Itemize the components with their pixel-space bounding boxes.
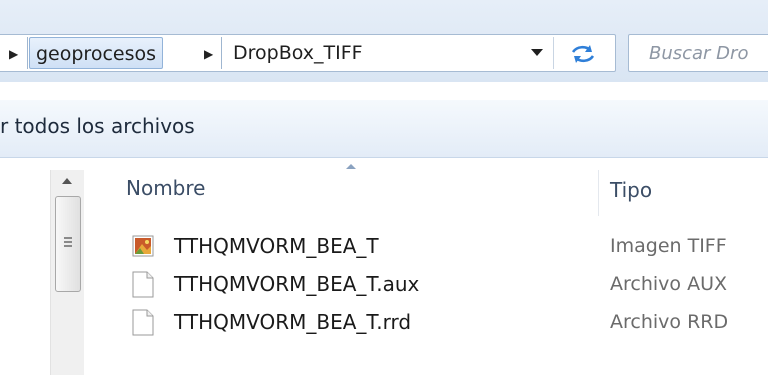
navigation-scrollbar[interactable] — [50, 170, 84, 375]
column-header-name[interactable]: Nombre — [126, 176, 205, 200]
file-type: Imagen TIFF — [610, 235, 727, 257]
grip-icon — [64, 237, 72, 247]
file-name: TTHQMVORM_BEA_T.aux — [174, 272, 420, 296]
file-row[interactable]: TTHQMVORM_BEA_T Imagen TIFF — [86, 229, 768, 265]
column-header-type[interactable]: Tipo — [610, 178, 652, 202]
scroll-up-arrow-icon[interactable] — [62, 178, 72, 184]
navigation-pane — [0, 170, 50, 171]
column-header-row: Nombre Tipo — [86, 160, 768, 216]
breadcrumb-item-geoprocesos[interactable]: geoprocesos — [29, 37, 164, 69]
tiff-image-icon — [132, 235, 154, 257]
breadcrumb-arrow-icon[interactable]: ▶ — [204, 47, 213, 61]
search-input[interactable] — [649, 39, 768, 67]
search-box[interactable] — [628, 34, 768, 72]
document-icon — [132, 309, 154, 336]
file-row[interactable]: TTHQMVORM_BEA_T.aux Archivo AUX — [86, 267, 768, 303]
breadcrumb-divider — [27, 37, 28, 69]
document-icon — [132, 271, 154, 298]
file-name: TTHQMVORM_BEA_T — [174, 234, 379, 258]
sort-ascending-icon — [346, 164, 356, 169]
file-name: TTHQMVORM_BEA_T.rrd — [174, 310, 412, 334]
file-row[interactable]: TTHQMVORM_BEA_T.rrd Archivo RRD — [86, 305, 768, 341]
scrollbar-thumb[interactable] — [55, 196, 81, 292]
command-bar: r todos los archivos — [0, 100, 768, 158]
breadcrumb-divider — [221, 37, 222, 69]
breadcrumb[interactable]: ▶ geoprocesos ▶ DropBox_TIFF — [0, 34, 616, 72]
chevron-down-icon[interactable] — [531, 49, 543, 56]
column-divider[interactable] — [598, 170, 599, 216]
breadcrumb-item-dropbox-tiff[interactable]: DropBox_TIFF — [233, 37, 363, 69]
address-bar-region: ▶ geoprocesos ▶ DropBox_TIFF — [0, 0, 768, 82]
file-type: Archivo RRD — [610, 311, 729, 333]
refresh-icon[interactable] — [567, 41, 599, 67]
include-all-files-command[interactable]: r todos los archivos — [0, 114, 195, 138]
address-divider — [553, 37, 554, 69]
file-type: Archivo AUX — [610, 273, 727, 295]
breadcrumb-arrow-icon[interactable]: ▶ — [9, 47, 18, 61]
